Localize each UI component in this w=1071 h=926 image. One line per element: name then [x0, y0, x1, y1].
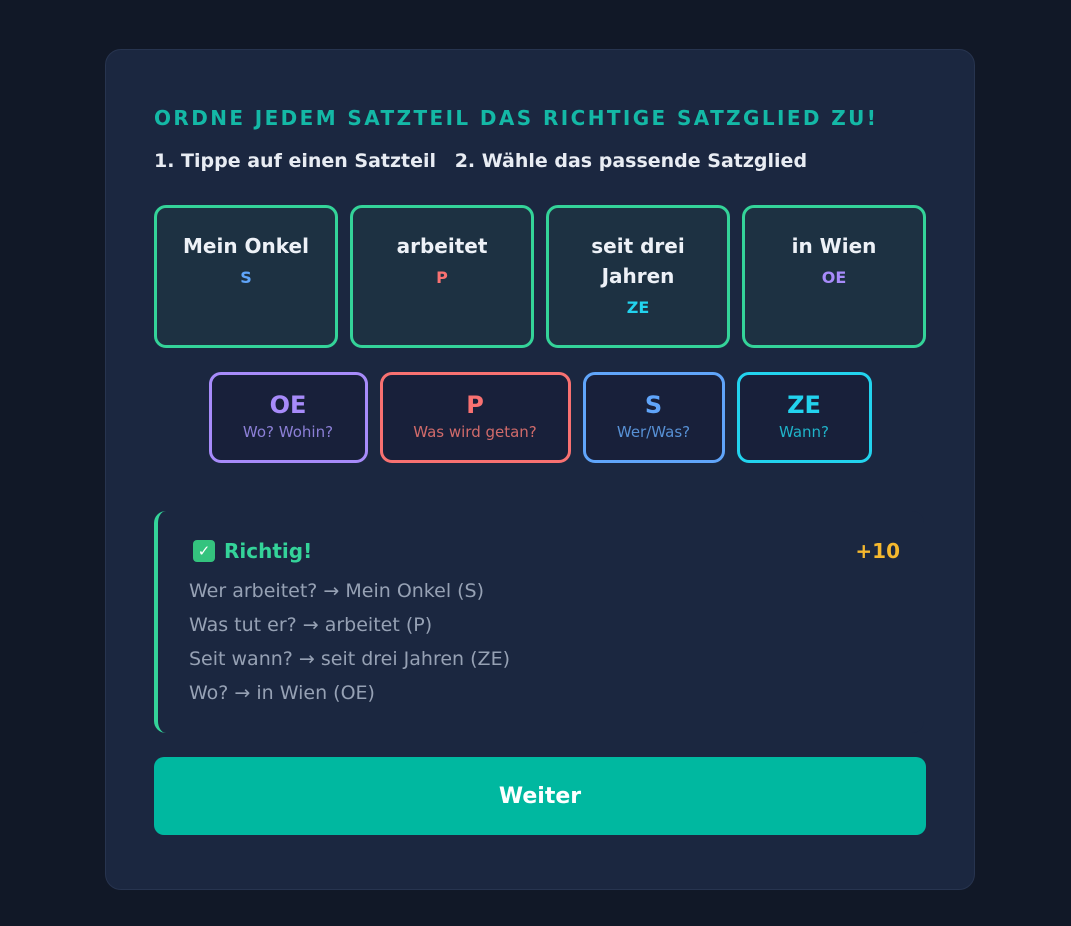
- checkmark-icon: ✓: [193, 540, 215, 562]
- clause-options: OE Wo? Wohin? P Was wird getan? S Wer/Wa…: [106, 372, 974, 463]
- points-badge: +10: [855, 539, 900, 563]
- assigned-tag: OE: [821, 268, 847, 287]
- sentence-part-text: arbeitet: [396, 234, 488, 258]
- explanation-line: Wer arbeitet? → Mein Onkel (S): [189, 580, 485, 602]
- sentence-part-text: in Wien: [791, 234, 877, 258]
- exercise-heading: ORDNE JEDEM SATZTEIL DAS RICHTIGE SATZGL…: [154, 106, 879, 130]
- option-oe-button[interactable]: OE Wo? Wohin?: [208, 372, 368, 463]
- feedback-header: ✓ Richtig!: [193, 539, 312, 563]
- sentence-parts: Mein Onkel S arbeitet P seit drei Jahren…: [154, 205, 926, 348]
- explanation-line: Seit wann? → seit drei Jahren (ZE): [189, 648, 510, 670]
- sentence-part-tile[interactable]: seit drei Jahren ZE: [546, 205, 730, 348]
- explanation-line: Was tut er? → arbeitet (P): [189, 614, 433, 636]
- option-ze-button[interactable]: ZE Wann?: [736, 372, 872, 463]
- sentence-part-tile[interactable]: Mein Onkel S: [154, 205, 338, 348]
- exercise-card: ORDNE JEDEM SATZTEIL DAS RICHTIGE SATZGL…: [105, 49, 975, 890]
- explanation-line: Wo? → in Wien (OE): [189, 682, 375, 704]
- option-hint: Was wird getan?: [413, 423, 537, 441]
- option-p-button[interactable]: P Was wird getan?: [379, 372, 571, 463]
- sentence-part-tile[interactable]: in Wien OE: [742, 205, 926, 348]
- assigned-tag: P: [436, 268, 448, 287]
- instructions: 1. Tippe auf einen Satzteil 2. Wähle das…: [154, 150, 807, 172]
- instruction-step-1: 1. Tippe auf einen Satzteil: [154, 150, 437, 172]
- option-code: S: [644, 391, 663, 419]
- option-hint: Wer/Was?: [616, 423, 691, 441]
- option-hint: Wo? Wohin?: [242, 423, 334, 441]
- assigned-tag: ZE: [626, 298, 650, 317]
- sentence-part-text: Mein Onkel: [183, 234, 309, 258]
- option-code: P: [466, 391, 484, 419]
- instruction-step-2: 2. Wähle das passende Satzglied: [454, 150, 808, 172]
- next-button[interactable]: Weiter: [154, 757, 926, 835]
- explanation-list: Wer arbeitet? → Mein Onkel (S) Was tut e…: [189, 574, 510, 710]
- sentence-part-text: seit drei Jahren: [591, 234, 685, 288]
- option-hint: Wann?: [778, 423, 830, 441]
- option-code: ZE: [787, 391, 821, 419]
- assigned-tag: S: [240, 268, 252, 287]
- option-code: OE: [269, 391, 307, 419]
- feedback-panel: ✓ Richtig! +10 Wer arbeitet? → Mein Onke…: [154, 511, 924, 733]
- option-s-button[interactable]: S Wer/Was?: [582, 372, 725, 463]
- sentence-part-tile[interactable]: arbeitet P: [350, 205, 534, 348]
- feedback-title: Richtig!: [224, 539, 313, 563]
